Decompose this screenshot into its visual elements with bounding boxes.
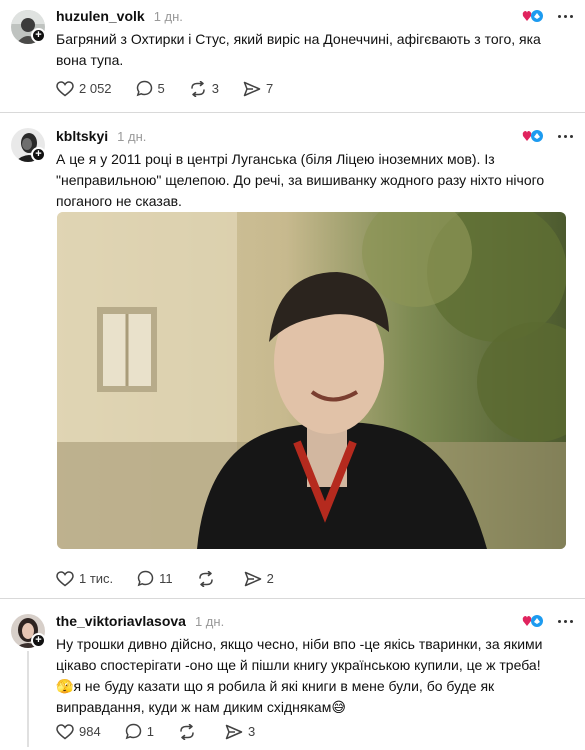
username[interactable]: kbltskyi [56, 128, 108, 144]
post-huzulen-volk: + huzulen_volk 1 дн. Багряний з Охтирки … [0, 0, 585, 113]
post-text: Багряний з Охтирки і Стус, який виріс на… [56, 31, 541, 68]
repost-icon [180, 723, 194, 740]
thread-line [27, 651, 29, 747]
post-kbltskyi: + kbltskyi 1 дн. А це я у 2011 році в це… [0, 113, 585, 599]
share-icon [243, 81, 261, 96]
like-count: 2 052 [79, 81, 112, 96]
like-count: 1 тис. [79, 571, 114, 586]
repost-button[interactable] [197, 570, 220, 587]
repost-icon [198, 570, 213, 587]
share-button[interactable]: 3 [225, 724, 255, 740]
post-header: kbltskyi 1 дн. [56, 128, 573, 144]
heart-badge-icon [522, 615, 543, 627]
post-text: А це я у 2011 році в центрі Луганська (б… [56, 151, 545, 209]
thinking-emoji-icon: 🫣 [56, 678, 74, 694]
heart-badge-icon [522, 130, 543, 142]
repost-count: 3 [211, 81, 220, 96]
share-count: 7 [266, 81, 274, 96]
share-button[interactable]: 2 [244, 571, 274, 587]
username[interactable]: huzulen_volk [56, 8, 145, 24]
post-the-viktoriavlasova: + the_viktoriavlasova 1 дн. Ну трошки ди… [0, 599, 585, 750]
comment-count: 5 [157, 81, 165, 96]
heart-icon [56, 80, 74, 96]
share-icon [244, 571, 261, 586]
like-button[interactable]: 984 [56, 723, 101, 740]
more-dots-icon[interactable] [558, 14, 573, 18]
reaction-badges [522, 129, 544, 143]
post-text: Ну трошки дивно дійсно, якщо чесно, ніби… [56, 634, 567, 718]
sweat-smile-emoji-icon: 😅 [331, 699, 346, 715]
like-count: 984 [79, 724, 101, 739]
heart-badge-icon [522, 10, 543, 22]
post-header: huzulen_volk 1 дн. [56, 8, 573, 24]
comment-button[interactable]: 11 [137, 570, 173, 587]
comment-count: 1 [146, 724, 154, 739]
more-dots-icon[interactable] [558, 619, 573, 623]
comment-button[interactable]: 5 [136, 80, 165, 97]
share-count: 3 [247, 724, 256, 739]
post-actions: 1 тис. 11 2 [56, 570, 298, 587]
reaction-badges [522, 614, 544, 628]
repost-button[interactable] [178, 723, 201, 740]
repost-button[interactable]: 3 [189, 80, 220, 97]
share-icon [225, 724, 243, 739]
comment-icon [137, 570, 154, 587]
follow-plus-icon[interactable]: + [31, 28, 46, 43]
like-button[interactable]: 1 тис. [56, 570, 114, 587]
heart-icon [56, 570, 74, 586]
like-button[interactable]: 2 052 [56, 80, 112, 97]
username[interactable]: the_viktoriavlasova [56, 613, 186, 629]
comment-icon [125, 723, 141, 740]
post-text-main: Ну трошки дивно дійсно, якщо чесно, ніби… [56, 636, 543, 673]
heart-icon [56, 723, 74, 739]
post-text-second: я не буду казати що я робила й які книги… [56, 678, 495, 715]
post-header: the_viktoriavlasova 1 дн. [56, 613, 573, 629]
comment-icon [136, 80, 152, 97]
follow-plus-icon[interactable]: + [31, 147, 46, 162]
share-count: 2 [266, 571, 274, 586]
post-actions: 2 052 5 3 7 [56, 80, 297, 97]
post-photo[interactable] [57, 212, 566, 549]
post-actions: 984 1 3 [56, 723, 279, 740]
reaction-badges [522, 9, 544, 23]
repost-icon [191, 80, 205, 97]
more-dots-icon[interactable] [558, 134, 573, 138]
photo-image [57, 212, 566, 549]
timestamp[interactable]: 1 дн. [154, 9, 183, 24]
timestamp[interactable]: 1 дн. [195, 614, 224, 629]
comment-count: 11 [159, 571, 173, 586]
timestamp[interactable]: 1 дн. [117, 129, 146, 144]
follow-plus-icon[interactable]: + [31, 633, 46, 648]
comment-button[interactable]: 1 [125, 723, 154, 740]
share-button[interactable]: 7 [243, 81, 273, 97]
